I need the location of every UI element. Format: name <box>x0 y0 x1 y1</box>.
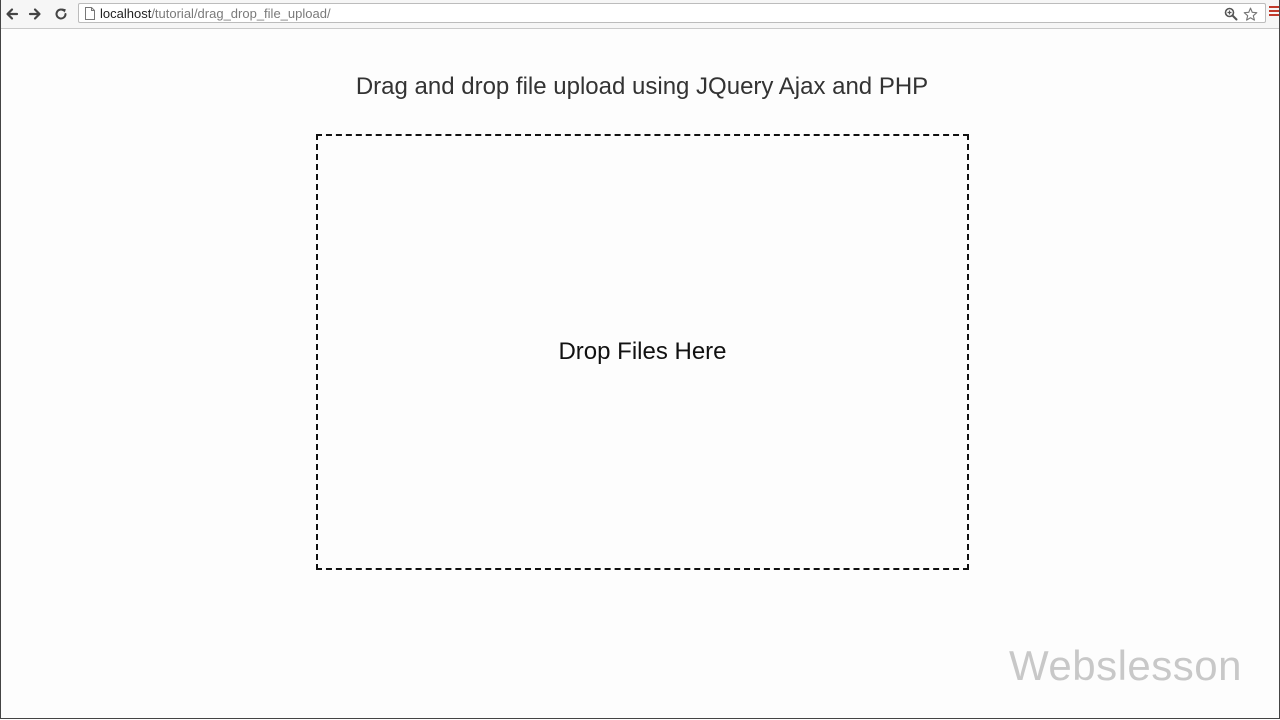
drop-zone-label: Drop Files Here <box>558 337 727 365</box>
browser-window: localhost/tutorial/drag_drop_file_upload… <box>0 0 1280 719</box>
page-title: Drag and drop file upload using JQuery A… <box>355 73 929 100</box>
address-bar[interactable]: localhost/tutorial/drag_drop_file_upload… <box>78 3 1266 23</box>
url-host: localhost <box>100 6 152 21</box>
url-path: /tutorial/drag_drop_file_upload/ <box>151 6 331 21</box>
bookmark-button[interactable] <box>1242 6 1258 22</box>
zoom-button[interactable] <box>1223 6 1239 22</box>
back-arrow-icon <box>6 8 19 20</box>
star-icon <box>1243 7 1257 21</box>
watermark-logo: Webslesson <box>1009 642 1243 689</box>
hamburger-menu-icon[interactable] <box>1269 6 1279 22</box>
back-button[interactable] <box>2 4 22 24</box>
browser-toolbar: localhost/tutorial/drag_drop_file_upload… <box>1 0 1279 29</box>
reload-button[interactable] <box>51 4 71 24</box>
page-icon <box>85 7 95 20</box>
forward-arrow-icon <box>28 8 41 20</box>
file-drop-zone[interactable]: Drop Files Here <box>316 134 969 570</box>
reload-icon <box>55 8 67 20</box>
url-text[interactable]: localhost/tutorial/drag_drop_file_upload… <box>100 6 331 21</box>
zoom-icon <box>1224 7 1238 21</box>
forward-button[interactable] <box>25 4 45 24</box>
